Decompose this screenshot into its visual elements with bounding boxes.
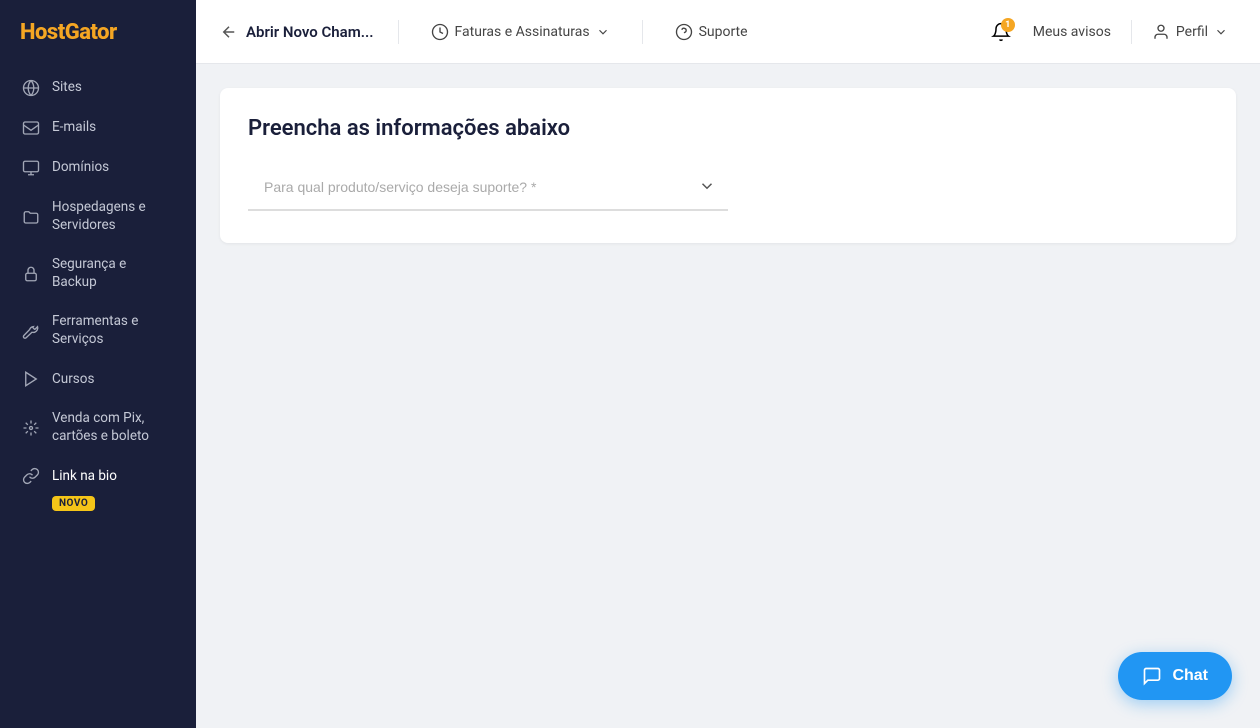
header-divider-1 bbox=[398, 20, 399, 44]
chat-button[interactable]: Chat bbox=[1118, 652, 1232, 700]
sidebar-item-security[interactable]: Segurança e Backup bbox=[8, 246, 188, 301]
pix-icon bbox=[22, 419, 40, 437]
sidebar-item-hosting[interactable]: Hospedagens e Servidores bbox=[8, 189, 188, 244]
sidebar-item-domains[interactable]: Domínios bbox=[8, 149, 188, 187]
card-title: Preencha as informações abaixo bbox=[248, 116, 1208, 141]
profile-icon bbox=[1152, 23, 1170, 41]
profile-nav-item[interactable]: Perfil bbox=[1144, 17, 1236, 47]
novo-badge: NOVO bbox=[52, 496, 95, 511]
back-label: Abrir Novo Cham... bbox=[246, 23, 374, 41]
sidebar-courses-label: Cursos bbox=[52, 371, 94, 389]
header-divider-3 bbox=[1131, 20, 1132, 44]
sidebar-nav: Sites E-mails Domínios Hospedagens e Ser… bbox=[0, 69, 196, 728]
courses-icon bbox=[22, 370, 40, 388]
sidebar-item-courses[interactable]: Cursos bbox=[8, 360, 188, 398]
sidebar-tools-label: Ferramentas e Serviços bbox=[52, 313, 174, 348]
billing-label: Faturas e Assinaturas bbox=[455, 24, 590, 40]
brand-logo: HostGator bbox=[0, 0, 196, 69]
folder-icon bbox=[22, 208, 40, 226]
product-select-wrapper: Para qual produto/serviço deseja suporte… bbox=[248, 165, 728, 211]
domain-icon bbox=[22, 159, 40, 177]
content-area: Preencha as informações abaixo Para qual… bbox=[196, 64, 1260, 728]
link-icon bbox=[22, 467, 40, 485]
support-label: Suporte bbox=[699, 24, 748, 40]
notifications-label-item[interactable]: Meus avisos bbox=[1025, 18, 1119, 46]
product-select[interactable]: Para qual produto/serviço deseja suporte… bbox=[248, 165, 728, 211]
sidebar-item-sites[interactable]: Sites bbox=[8, 69, 188, 107]
sidebar-domains-label: Domínios bbox=[52, 159, 109, 177]
support-icon bbox=[675, 23, 693, 41]
chat-icon bbox=[1142, 666, 1162, 686]
sidebar-item-pix[interactable]: Venda com Pix, cartões e boleto bbox=[8, 400, 188, 455]
header-right: 1 Meus avisos Perfil bbox=[985, 16, 1236, 48]
header: Abrir Novo Cham... Faturas e Assinaturas… bbox=[196, 0, 1260, 64]
notifications-button[interactable]: 1 bbox=[985, 16, 1017, 48]
email-icon bbox=[22, 119, 40, 137]
sidebar-pix-label: Venda com Pix, cartões e boleto bbox=[52, 410, 174, 445]
sidebar-item-emails[interactable]: E-mails bbox=[8, 109, 188, 147]
profile-chevron-icon bbox=[1214, 25, 1228, 39]
notifications-label: Meus avisos bbox=[1033, 24, 1111, 40]
billing-icon bbox=[431, 23, 449, 41]
back-button[interactable]: Abrir Novo Cham... bbox=[220, 23, 374, 41]
main-area: Abrir Novo Cham... Faturas e Assinaturas… bbox=[196, 0, 1260, 728]
sidebar-sites-label: Sites bbox=[52, 79, 82, 97]
notification-count: 1 bbox=[1001, 18, 1015, 32]
billing-nav-item[interactable]: Faturas e Assinaturas bbox=[423, 17, 618, 47]
header-divider-2 bbox=[642, 20, 643, 44]
chevron-down-icon bbox=[596, 25, 610, 39]
chat-label: Chat bbox=[1172, 667, 1208, 685]
sidebar-security-label: Segurança e Backup bbox=[52, 256, 174, 291]
sidebar: HostGator Sites E-mails Domínios Hospeda… bbox=[0, 0, 196, 728]
lock-icon bbox=[22, 265, 40, 283]
sidebar-linkbio-label: Link na bio bbox=[52, 468, 117, 486]
globe-icon bbox=[22, 79, 40, 97]
tools-icon bbox=[22, 322, 40, 340]
form-card: Preencha as informações abaixo Para qual… bbox=[220, 88, 1236, 243]
back-arrow-icon bbox=[220, 23, 238, 41]
support-nav-item[interactable]: Suporte bbox=[667, 17, 756, 47]
sidebar-item-tools[interactable]: Ferramentas e Serviços bbox=[8, 303, 188, 358]
profile-label: Perfil bbox=[1176, 24, 1208, 40]
sidebar-item-linkbio[interactable]: Link na bio bbox=[8, 457, 188, 495]
sidebar-emails-label: E-mails bbox=[52, 119, 96, 137]
sidebar-hosting-label: Hospedagens e Servidores bbox=[52, 199, 174, 234]
